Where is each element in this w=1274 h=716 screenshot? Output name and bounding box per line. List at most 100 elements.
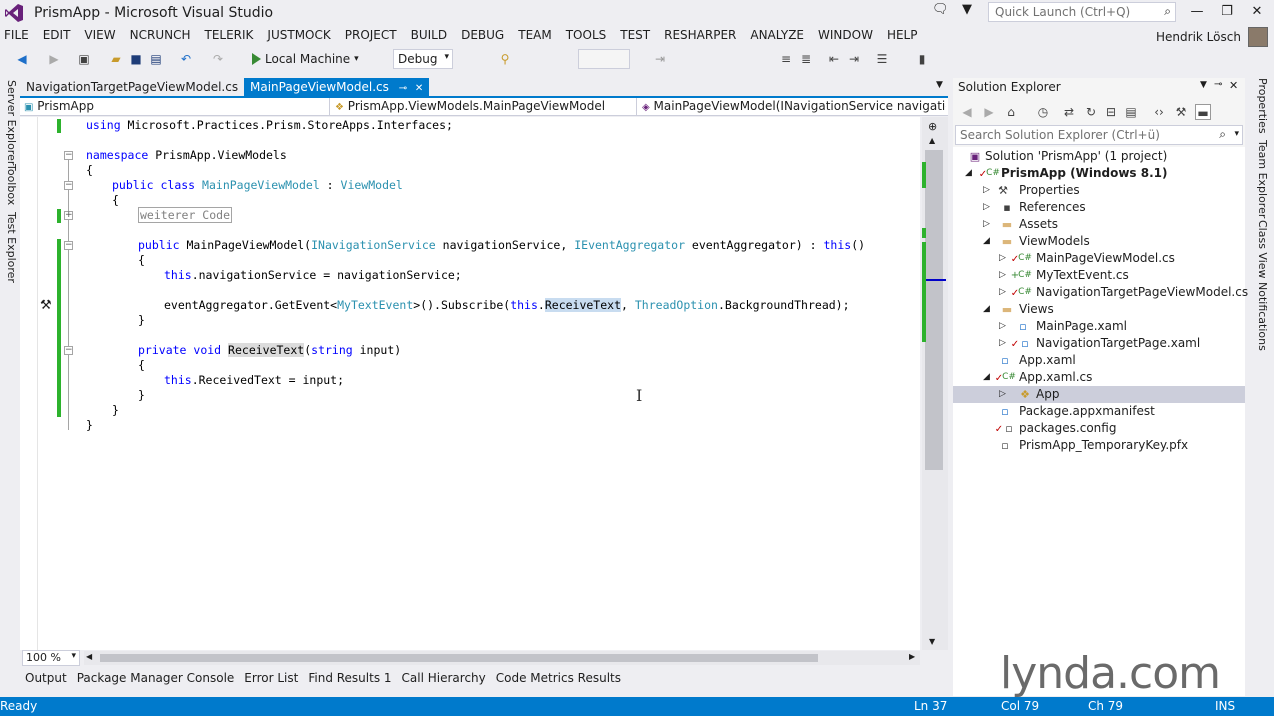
tree-item-views[interactable]: ◢ ▬ Views xyxy=(953,301,1245,318)
find-icon[interactable]: ⚲ xyxy=(497,51,513,67)
menu-project[interactable]: PROJECT xyxy=(338,26,404,46)
bookmark-icon[interactable]: ▮ xyxy=(914,51,930,67)
class-select[interactable]: ❖ PrismApp.ViewModels.MainPageViewModel xyxy=(331,98,637,116)
collapse-icon[interactable]: − xyxy=(64,181,73,190)
step-icon[interactable]: ⇥ xyxy=(652,51,668,67)
menu-tools[interactable]: TOOLS xyxy=(559,26,614,46)
undo-icon[interactable]: ↶ xyxy=(178,51,194,67)
chevron-down-icon[interactable]: ▼ xyxy=(1200,80,1207,90)
forward-icon[interactable]: ▶ xyxy=(46,51,62,67)
menu-edit[interactable]: EDIT xyxy=(36,26,78,46)
tab-package-manager-console[interactable]: Package Manager Console xyxy=(72,671,240,689)
close-icon[interactable]: ✕ xyxy=(415,83,423,94)
expanded-arrow-icon[interactable]: ◢ xyxy=(983,369,990,386)
back-icon[interactable]: ◀ xyxy=(14,51,30,67)
collapsed-arrow-icon[interactable]: ▷ xyxy=(999,318,1006,335)
scroll-right-icon[interactable]: ▶ xyxy=(909,652,915,661)
menu-resharper[interactable]: RESHARPER xyxy=(657,26,743,46)
menu-view[interactable]: VIEW xyxy=(77,26,122,46)
tree-item-viewmodels[interactable]: ◢ ▬ ViewModels xyxy=(953,233,1245,250)
menu-file[interactable]: FILE xyxy=(0,26,36,46)
new-project-icon[interactable]: ▣ xyxy=(76,51,92,67)
tree-item-properties[interactable]: ▷ ⚒ Properties xyxy=(953,182,1245,199)
tree-item-navigation-target-page-view-model[interactable]: ▷ ✓ C# NavigationTargetPageViewModel.cs xyxy=(953,284,1248,301)
tree-item-package-appxmanifest[interactable]: ▫ Package.appxmanifest xyxy=(953,403,1245,420)
outdent-icon[interactable]: ⇥ xyxy=(846,51,862,67)
minimize-button[interactable]: — xyxy=(1182,2,1212,22)
collapse-icon[interactable]: − xyxy=(64,346,73,355)
chevron-down-icon[interactable]: ▼ xyxy=(936,80,943,90)
tree-item-packages-config[interactable]: ✓ ▫ packages.config xyxy=(953,420,1245,437)
menu-justmock[interactable]: JUSTMOCK xyxy=(260,26,337,46)
collapsed-arrow-icon[interactable]: ▷ xyxy=(983,199,990,216)
platform-select[interactable] xyxy=(578,49,630,69)
save-all-icon[interactable]: ▤ xyxy=(148,51,164,67)
tree-item-app-xaml-cs[interactable]: ◢ ✓ C# App.xaml.cs xyxy=(953,369,1245,386)
properties-wrench-icon[interactable]: ⚒ xyxy=(1173,104,1189,120)
collapse-icon[interactable]: − xyxy=(64,151,73,160)
collapsed-arrow-icon[interactable]: ▷ xyxy=(999,284,1006,301)
menu-build[interactable]: BUILD xyxy=(404,26,454,46)
expand-icon[interactable]: + xyxy=(64,211,73,220)
code-editor[interactable] xyxy=(20,117,920,650)
tree-item-app-class[interactable]: ▷ ❖ App xyxy=(953,386,1245,403)
test-explorer-tab[interactable]: Test Explorer xyxy=(0,212,18,283)
view-code-icon[interactable]: ‹› xyxy=(1151,104,1167,120)
collapsed-arrow-icon[interactable]: ▷ xyxy=(983,182,990,199)
team-explorer-tab[interactable]: Team Explorer xyxy=(1251,140,1269,218)
tree-item-solution[interactable]: ▣ Solution 'PrismApp' (1 project) xyxy=(953,148,1245,165)
filter-icon[interactable]: ▼ xyxy=(962,2,972,17)
scroll-left-icon[interactable]: ◀ xyxy=(86,652,92,661)
menu-telerik[interactable]: TELERIK xyxy=(197,26,260,46)
tab-find-results[interactable]: Find Results 1 xyxy=(303,671,396,689)
tree-item-assets[interactable]: ▷ ▬ Assets xyxy=(953,216,1245,233)
pin-icon[interactable]: ⊸ xyxy=(399,83,407,94)
history-icon[interactable]: ◷ xyxy=(1035,104,1051,120)
menu-ncrunch[interactable]: NCRUNCH xyxy=(123,26,198,46)
tree-item-project[interactable]: ◢ ✓ C# PrismApp (Windows 8.1) xyxy=(953,165,1245,182)
format-icon[interactable]: ☰ xyxy=(874,51,890,67)
notifications-tab[interactable]: Notifications xyxy=(1251,282,1269,351)
properties-tab[interactable]: Properties xyxy=(1251,78,1269,134)
refresh-icon[interactable]: ↻ xyxy=(1083,104,1099,120)
collapsed-arrow-icon[interactable]: ▷ xyxy=(999,335,1006,352)
scrollbar-thumb[interactable] xyxy=(925,150,943,470)
close-icon[interactable]: ✕ xyxy=(1229,79,1238,92)
indent-icon[interactable]: ⇤ xyxy=(826,51,842,67)
menu-analyze[interactable]: ANALYZE xyxy=(743,26,811,46)
collapsed-arrow-icon[interactable]: ▷ xyxy=(999,250,1006,267)
collapsed-region[interactable]: weiterer Code xyxy=(138,207,233,223)
back-icon[interactable]: ◀ xyxy=(959,104,975,120)
project-select[interactable]: ▣ PrismApp xyxy=(20,98,330,116)
hammer-icon[interactable]: ⚒ xyxy=(40,298,52,313)
solution-configuration-select[interactable]: Debug ▾ xyxy=(393,49,453,69)
user-name[interactable]: Hendrik Lösch xyxy=(1156,30,1241,44)
restore-button[interactable]: ❐ xyxy=(1212,2,1242,22)
code-line[interactable]: weiterer Code xyxy=(138,207,233,223)
expanded-arrow-icon[interactable]: ◢ xyxy=(983,301,990,318)
open-folder-icon[interactable]: ▰ xyxy=(108,51,124,67)
tree-item-temporary-key[interactable]: ▫ PrismApp_TemporaryKey.pfx xyxy=(953,437,1245,454)
avatar[interactable] xyxy=(1248,27,1268,47)
tree-item-main-page-xaml[interactable]: ▷ ▫ MainPage.xaml xyxy=(953,318,1245,335)
pin-icon[interactable]: ⊸ xyxy=(1214,79,1222,90)
tab-code-metrics-results[interactable]: Code Metrics Results xyxy=(491,671,626,689)
toolbox-tab[interactable]: Toolbox xyxy=(0,164,18,205)
redo-icon[interactable]: ↷ xyxy=(210,51,226,67)
expanded-arrow-icon[interactable]: ◢ xyxy=(983,233,990,250)
uncomment-icon[interactable]: ≣ xyxy=(798,51,814,67)
scroll-down-icon[interactable]: ▼ xyxy=(929,637,935,646)
preview-icon[interactable]: ▬ xyxy=(1195,104,1211,120)
tree-item-main-page-view-model[interactable]: ▷ ✓ C# MainPageViewModel.cs xyxy=(953,250,1245,267)
menu-team[interactable]: TEAM xyxy=(511,26,558,46)
menu-window[interactable]: WINDOW xyxy=(811,26,880,46)
class-view-tab[interactable]: Class View xyxy=(1251,220,1269,279)
solution-explorer-search-input[interactable]: Search Solution Explorer (Ctrl+ü) ⌕ ▾ xyxy=(955,125,1243,145)
collapsed-arrow-icon[interactable]: ▷ xyxy=(999,267,1006,284)
scrollbar-thumb[interactable] xyxy=(100,654,818,662)
collapse-all-icon[interactable]: ⊟ xyxy=(1103,104,1119,120)
expanded-arrow-icon[interactable]: ◢ xyxy=(965,165,972,182)
tree-item-navigation-target-page-xaml[interactable]: ▷ ✓ ▫ NavigationTargetPage.xaml xyxy=(953,335,1245,352)
forward-icon[interactable]: ▶ xyxy=(981,104,997,120)
menu-test[interactable]: TEST xyxy=(613,26,657,46)
